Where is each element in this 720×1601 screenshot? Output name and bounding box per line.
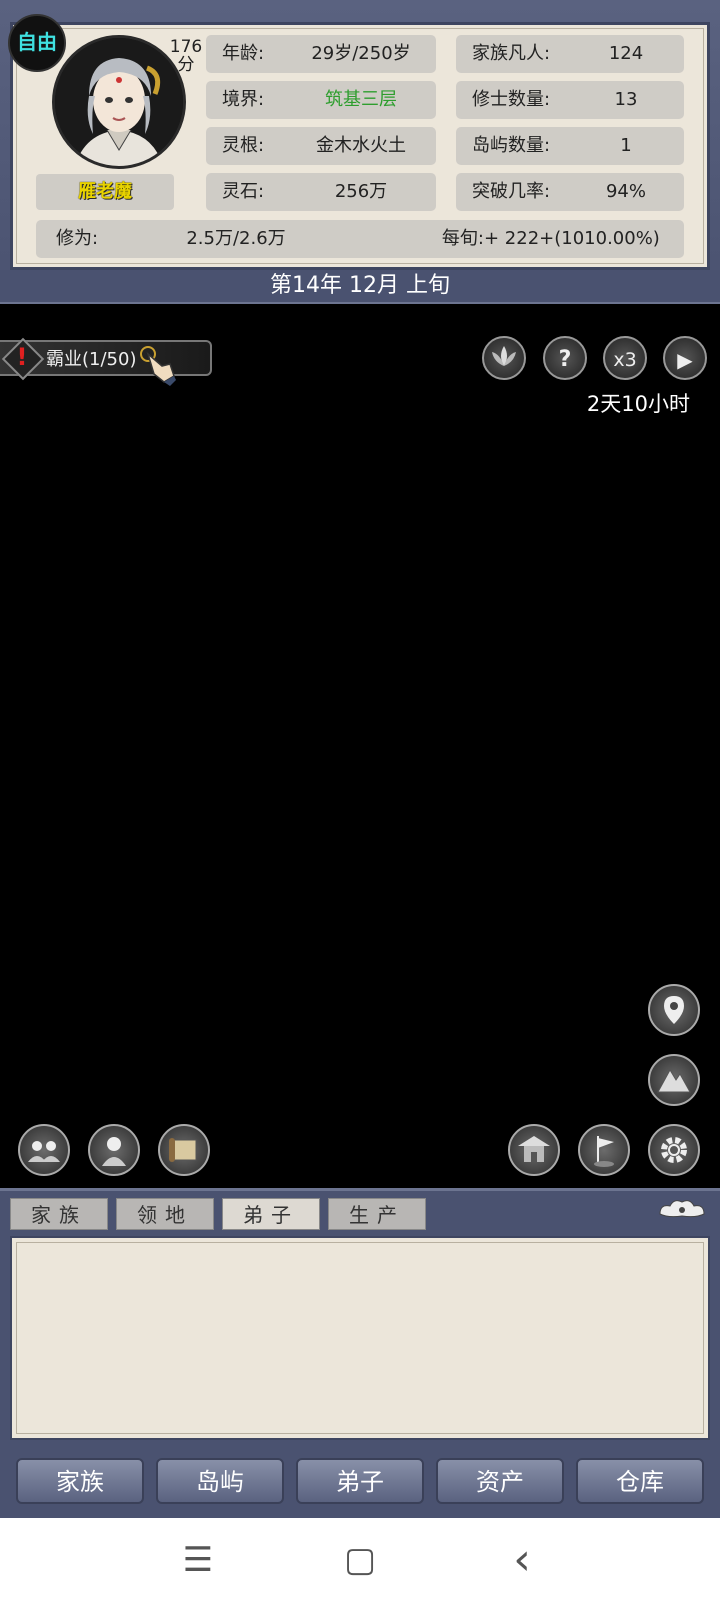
nav-islands[interactable]: 岛屿 bbox=[156, 1458, 284, 1504]
map-marker-button[interactable] bbox=[648, 984, 700, 1036]
stat-cultivation: 修为: 2.5万/2.6万 每旬: + 222+(1010.00%) bbox=[36, 220, 684, 258]
score-unit: 分 bbox=[177, 55, 195, 75]
stat-breakthrough-label: 突破几率: bbox=[472, 181, 551, 202]
quest-label: 霸业(1/50) bbox=[46, 349, 137, 370]
stat-cultivation-label: 修为: bbox=[56, 228, 99, 249]
score-value: 176 bbox=[169, 37, 203, 57]
stat-age-value: 29岁/250岁 bbox=[311, 43, 411, 64]
stat-per-period-value: + 222+(1010.00%) bbox=[484, 228, 660, 249]
mountain-icon bbox=[657, 1068, 691, 1093]
stat-family-mortals-value: 124 bbox=[608, 43, 644, 64]
stat-cultivators-label: 修士数量: bbox=[472, 89, 551, 110]
people-group-icon bbox=[28, 1141, 60, 1162]
mountain-button[interactable] bbox=[648, 1054, 700, 1106]
disciple-group-button[interactable] bbox=[18, 1124, 70, 1176]
back-icon[interactable]: ‹ bbox=[492, 1538, 552, 1582]
character-button[interactable] bbox=[88, 1124, 140, 1176]
player-name[interactable]: 雁老魔 bbox=[36, 174, 174, 210]
stat-per-period-label: 每旬: bbox=[441, 228, 484, 249]
stat-realm-label: 境界: bbox=[222, 89, 265, 110]
scroll-button[interactable] bbox=[158, 1124, 210, 1176]
stat-islands-value: 1 bbox=[620, 135, 632, 156]
stat-age-label: 年龄: bbox=[222, 43, 265, 64]
stat-breakthrough: 突破几率: 94% bbox=[456, 173, 684, 211]
stat-cultivators: 修士数量: 13 bbox=[456, 81, 684, 119]
stat-family-mortals: 家族凡人: 124 bbox=[456, 35, 684, 73]
nav-disciples[interactable]: 弟子 bbox=[296, 1458, 424, 1504]
cloud-ornament-icon[interactable] bbox=[656, 1196, 708, 1228]
play-button[interactable]: ▶ bbox=[663, 336, 707, 380]
sect-emblem-button[interactable] bbox=[482, 336, 526, 380]
flag-icon bbox=[594, 1136, 614, 1167]
stat-cultivation-value: 2.5万/2.6万 bbox=[186, 228, 286, 249]
log-panel-content bbox=[16, 1242, 704, 1434]
tab-family[interactable]: 家族 bbox=[10, 1198, 108, 1230]
stat-spirit-root-value: 金木水火土 bbox=[316, 135, 406, 156]
tab-disciples[interactable]: 弟子 bbox=[222, 1198, 320, 1230]
pavilion-icon bbox=[518, 1136, 550, 1162]
scroll-icon bbox=[169, 1138, 197, 1162]
speed-button[interactable]: x3 bbox=[603, 336, 647, 380]
nav-warehouse[interactable]: 仓库 bbox=[576, 1458, 704, 1504]
tab-production[interactable]: 生产 bbox=[328, 1198, 426, 1230]
game-date: 第14年 12月 上旬 bbox=[0, 270, 720, 304]
person-icon bbox=[102, 1137, 126, 1166]
stat-islands: 岛屿数量: 1 bbox=[456, 127, 684, 165]
nav-assets[interactable]: 资产 bbox=[436, 1458, 564, 1504]
portrait-icon bbox=[55, 38, 183, 166]
gear-icon bbox=[661, 1137, 687, 1163]
tab-territory[interactable]: 领地 bbox=[116, 1198, 214, 1230]
lotus-icon bbox=[492, 346, 516, 366]
stat-cultivators-value: 13 bbox=[614, 89, 638, 110]
home-icon[interactable]: ▢ bbox=[330, 1538, 390, 1582]
stat-spirit-stone: 灵石: 256万 bbox=[206, 173, 436, 211]
stat-spirit-root-label: 灵根: bbox=[222, 135, 265, 156]
map-pin-icon bbox=[664, 996, 684, 1024]
settings-button[interactable] bbox=[648, 1124, 700, 1176]
stat-realm: 境界: 筑基三层 bbox=[206, 81, 436, 119]
stat-islands-label: 岛屿数量: bbox=[472, 135, 551, 156]
stat-family-mortals-label: 家族凡人: bbox=[472, 43, 551, 64]
pointing-hand-icon bbox=[140, 346, 180, 390]
flag-button[interactable] bbox=[578, 1124, 630, 1176]
stat-spirit-root: 灵根: 金木水火土 bbox=[206, 127, 436, 165]
building-button[interactable] bbox=[508, 1124, 560, 1176]
nav-family[interactable]: 家族 bbox=[16, 1458, 144, 1504]
menu-icon[interactable]: ☰ bbox=[168, 1538, 228, 1582]
help-button[interactable]: ? bbox=[543, 336, 587, 380]
stat-spirit-stone-value: 256万 bbox=[334, 181, 388, 202]
exclamation-icon: ! bbox=[16, 343, 28, 371]
stat-spirit-stone-label: 灵石: bbox=[222, 181, 265, 202]
stat-realm-value: 筑基三层 bbox=[325, 89, 397, 110]
status-badge[interactable]: 自由 bbox=[8, 14, 66, 72]
stat-breakthrough-value: 94% bbox=[605, 181, 646, 202]
score-display: 176 分 bbox=[166, 38, 206, 74]
stat-age: 年龄: 29岁/250岁 bbox=[206, 35, 436, 73]
countdown-timer: 2天10小时 bbox=[586, 392, 690, 416]
